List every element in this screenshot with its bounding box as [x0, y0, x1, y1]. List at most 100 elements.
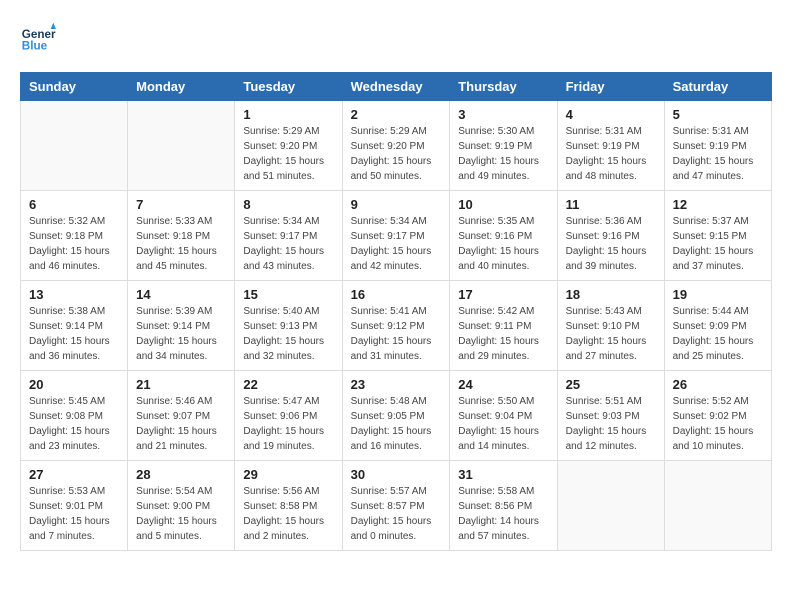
day-info: Sunrise: 5:30 AMSunset: 9:19 PMDaylight:…: [458, 124, 548, 184]
day-info: Sunrise: 5:31 AMSunset: 9:19 PMDaylight:…: [673, 124, 763, 184]
day-number: 2: [351, 107, 442, 122]
day-info: Sunrise: 5:50 AMSunset: 9:04 PMDaylight:…: [458, 394, 548, 454]
day-info: Sunrise: 5:56 AMSunset: 8:58 PMDaylight:…: [243, 484, 333, 544]
day-number: 12: [673, 197, 763, 212]
day-number: 13: [29, 287, 119, 302]
calendar-day-header: Tuesday: [235, 73, 342, 101]
day-number: 29: [243, 467, 333, 482]
day-info: Sunrise: 5:29 AMSunset: 9:20 PMDaylight:…: [243, 124, 333, 184]
day-number: 31: [458, 467, 548, 482]
day-number: 3: [458, 107, 548, 122]
calendar-cell: 3 Sunrise: 5:30 AMSunset: 9:19 PMDaylight…: [450, 101, 557, 191]
day-info: Sunrise: 5:34 AMSunset: 9:17 PMDaylight:…: [351, 214, 442, 274]
day-number: 25: [566, 377, 656, 392]
calendar-cell: 12 Sunrise: 5:37 AMSunset: 9:15 PMDayligh…: [664, 191, 771, 281]
calendar-cell: 14Sunrise: 5:39 AMSunset: 9:14 PMDayligh…: [128, 281, 235, 371]
day-number: 22: [243, 377, 333, 392]
day-info: Sunrise: 5:52 AMSunset: 9:02 PMDaylight:…: [673, 394, 763, 454]
day-number: 16: [351, 287, 442, 302]
day-info: Sunrise: 5:57 AMSunset: 8:57 PMDaylight:…: [351, 484, 442, 544]
calendar-cell: 29 Sunrise: 5:56 AMSunset: 8:58 PMDayligh…: [235, 461, 342, 551]
calendar-day-header: Friday: [557, 73, 664, 101]
day-number: 24: [458, 377, 548, 392]
calendar-cell: 1Sunrise: 5:29 AMSunset: 9:20 PMDaylight…: [235, 101, 342, 191]
day-info: Sunrise: 5:53 AMSunset: 9:01 PMDaylight:…: [29, 484, 119, 544]
day-info: Sunrise: 5:54 AMSunset: 9:00 PMDaylight:…: [136, 484, 226, 544]
calendar-day-header: Sunday: [21, 73, 128, 101]
day-number: 18: [566, 287, 656, 302]
calendar-cell: 27 Sunrise: 5:53 AMSunset: 9:01 PMDayligh…: [21, 461, 128, 551]
calendar-cell: 15Sunrise: 5:40 AMSunset: 9:13 PMDayligh…: [235, 281, 342, 371]
calendar-week-row: 20 Sunrise: 5:45 AMSunset: 9:08 PMDayligh…: [21, 371, 772, 461]
calendar-cell: 13Sunrise: 5:38 AMSunset: 9:14 PMDayligh…: [21, 281, 128, 371]
day-info: Sunrise: 5:45 AMSunset: 9:08 PMDaylight:…: [29, 394, 119, 454]
calendar-week-row: 13Sunrise: 5:38 AMSunset: 9:14 PMDayligh…: [21, 281, 772, 371]
calendar-table: SundayMondayTuesdayWednesdayThursdayFrid…: [20, 72, 772, 551]
logo-icon: General Blue: [20, 20, 56, 56]
day-number: 30: [351, 467, 442, 482]
day-info: Sunrise: 5:58 AMSunset: 8:56 PMDaylight:…: [458, 484, 548, 544]
day-number: 5: [673, 107, 763, 122]
calendar-cell: 23 Sunrise: 5:48 AMSunset: 9:05 PMDayligh…: [342, 371, 450, 461]
calendar-cell: 30 Sunrise: 5:57 AMSunset: 8:57 PMDayligh…: [342, 461, 450, 551]
calendar-cell: [21, 101, 128, 191]
calendar-cell: 16 Sunrise: 5:41 AMSunset: 9:12 PMDayligh…: [342, 281, 450, 371]
calendar-day-header: Monday: [128, 73, 235, 101]
day-number: 10: [458, 197, 548, 212]
day-number: 14: [136, 287, 226, 302]
calendar-cell: 2 Sunrise: 5:29 AMSunset: 9:20 PMDaylight…: [342, 101, 450, 191]
calendar-day-header: Wednesday: [342, 73, 450, 101]
day-number: 4: [566, 107, 656, 122]
calendar-cell: 4Sunrise: 5:31 AMSunset: 9:19 PMDaylight…: [557, 101, 664, 191]
day-info: Sunrise: 5:33 AMSunset: 9:18 PMDaylight:…: [136, 214, 226, 274]
day-number: 7: [136, 197, 226, 212]
calendar-cell: 17Sunrise: 5:42 AMSunset: 9:11 PMDayligh…: [450, 281, 557, 371]
calendar-cell: 21 Sunrise: 5:46 AMSunset: 9:07 PMDayligh…: [128, 371, 235, 461]
page-header: General Blue: [20, 20, 772, 56]
calendar-day-header: Saturday: [664, 73, 771, 101]
calendar-cell: [128, 101, 235, 191]
day-number: 11: [566, 197, 656, 212]
calendar-cell: 11 Sunrise: 5:36 AMSunset: 9:16 PMDayligh…: [557, 191, 664, 281]
calendar-cell: 20 Sunrise: 5:45 AMSunset: 9:08 PMDayligh…: [21, 371, 128, 461]
calendar-week-row: 1Sunrise: 5:29 AMSunset: 9:20 PMDaylight…: [21, 101, 772, 191]
day-info: Sunrise: 5:43 AMSunset: 9:10 PMDaylight:…: [566, 304, 656, 364]
calendar-cell: 31 Sunrise: 5:58 AMSunset: 8:56 PMDayligh…: [450, 461, 557, 551]
day-number: 20: [29, 377, 119, 392]
calendar-cell: 9 Sunrise: 5:34 AMSunset: 9:17 PMDaylight…: [342, 191, 450, 281]
calendar-week-row: 27 Sunrise: 5:53 AMSunset: 9:01 PMDayligh…: [21, 461, 772, 551]
day-number: 9: [351, 197, 442, 212]
calendar-header-row: SundayMondayTuesdayWednesdayThursdayFrid…: [21, 73, 772, 101]
day-info: Sunrise: 5:46 AMSunset: 9:07 PMDaylight:…: [136, 394, 226, 454]
day-number: 6: [29, 197, 119, 212]
day-info: Sunrise: 5:34 AMSunset: 9:17 PMDaylight:…: [243, 214, 333, 274]
day-info: Sunrise: 5:35 AMSunset: 9:16 PMDaylight:…: [458, 214, 548, 274]
day-number: 26: [673, 377, 763, 392]
calendar-cell: [557, 461, 664, 551]
day-info: Sunrise: 5:51 AMSunset: 9:03 PMDaylight:…: [566, 394, 656, 454]
day-number: 8: [243, 197, 333, 212]
calendar-week-row: 6Sunrise: 5:32 AMSunset: 9:18 PMDaylight…: [21, 191, 772, 281]
day-number: 23: [351, 377, 442, 392]
svg-text:Blue: Blue: [22, 40, 48, 53]
calendar-cell: 24 Sunrise: 5:50 AMSunset: 9:04 PMDayligh…: [450, 371, 557, 461]
calendar-cell: 5 Sunrise: 5:31 AMSunset: 9:19 PMDaylight…: [664, 101, 771, 191]
day-info: Sunrise: 5:44 AMSunset: 9:09 PMDaylight:…: [673, 304, 763, 364]
calendar-cell: 26 Sunrise: 5:52 AMSunset: 9:02 PMDayligh…: [664, 371, 771, 461]
calendar-cell: 19 Sunrise: 5:44 AMSunset: 9:09 PMDayligh…: [664, 281, 771, 371]
calendar-cell: 10 Sunrise: 5:35 AMSunset: 9:16 PMDayligh…: [450, 191, 557, 281]
day-number: 21: [136, 377, 226, 392]
calendar-cell: 7 Sunrise: 5:33 AMSunset: 9:18 PMDaylight…: [128, 191, 235, 281]
day-info: Sunrise: 5:36 AMSunset: 9:16 PMDaylight:…: [566, 214, 656, 274]
day-number: 28: [136, 467, 226, 482]
day-info: Sunrise: 5:48 AMSunset: 9:05 PMDaylight:…: [351, 394, 442, 454]
day-number: 27: [29, 467, 119, 482]
day-info: Sunrise: 5:47 AMSunset: 9:06 PMDaylight:…: [243, 394, 333, 454]
calendar-cell: 18 Sunrise: 5:43 AMSunset: 9:10 PMDayligh…: [557, 281, 664, 371]
calendar-day-header: Thursday: [450, 73, 557, 101]
calendar-cell: 8 Sunrise: 5:34 AMSunset: 9:17 PMDaylight…: [235, 191, 342, 281]
day-number: 19: [673, 287, 763, 302]
day-info: Sunrise: 5:37 AMSunset: 9:15 PMDaylight:…: [673, 214, 763, 274]
day-info: Sunrise: 5:41 AMSunset: 9:12 PMDaylight:…: [351, 304, 442, 364]
day-info: Sunrise: 5:29 AMSunset: 9:20 PMDaylight:…: [351, 124, 442, 184]
